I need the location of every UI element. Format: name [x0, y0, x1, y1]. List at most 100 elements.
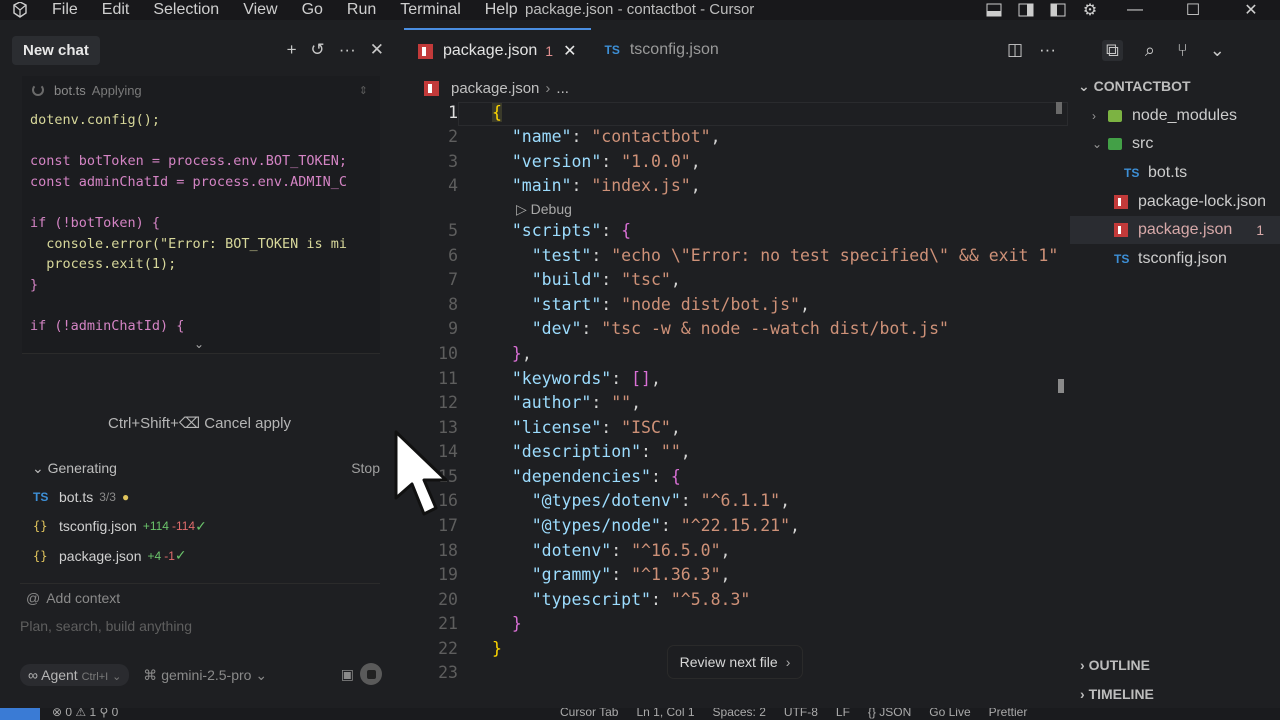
- settings-gear-icon[interactable]: ⚙: [1074, 0, 1106, 20]
- generating-file-tsconfig[interactable]: {} tsconfig.json +114 -114 ✓: [20, 512, 380, 542]
- close-tab-icon[interactable]: ✕: [563, 41, 576, 61]
- problems-indicator[interactable]: ⊗ 0 ⚠ 1 ⚲ 0: [52, 708, 118, 719]
- stop-generation-button[interactable]: [360, 663, 382, 685]
- status-item[interactable]: Spaces: 2: [713, 708, 766, 719]
- check-icon: ✓: [195, 517, 207, 534]
- title-bar: File Edit Selection View Go Run Terminal…: [0, 0, 1280, 20]
- code-line: "dev": "tsc -w & node --watch dist/bot.j…: [531, 319, 949, 338]
- status-item[interactable]: Ln 1, Col 1: [636, 708, 694, 719]
- collapse-icon[interactable]: ⇕: [359, 84, 368, 97]
- model-selector[interactable]: ⌘ gemini-2.5-pro ⌄: [143, 667, 267, 684]
- menu-go[interactable]: Go: [290, 0, 335, 20]
- menu-file[interactable]: File: [40, 0, 90, 20]
- menu-terminal[interactable]: Terminal: [388, 0, 472, 20]
- line-number: 18: [438, 541, 458, 560]
- explorer-panel: ⧉ ⌕ ⑂ ⌄ ⌄ CONTACTBOT › node_modules ⌄ sr…: [1070, 28, 1280, 708]
- close-chat-icon[interactable]: ✕: [370, 40, 384, 60]
- toggle-primary-sidebar-icon[interactable]: [1042, 3, 1074, 17]
- npm-icon: [1114, 223, 1128, 237]
- explorer-files-icon[interactable]: ⧉: [1102, 40, 1123, 61]
- breadcrumb-file[interactable]: package.json: [451, 80, 539, 97]
- outline-section[interactable]: › OUTLINE: [1080, 657, 1150, 673]
- scrollbar-thumb[interactable]: [1058, 379, 1064, 393]
- menu-edit[interactable]: Edit: [90, 0, 142, 20]
- code-editor[interactable]: 1 2 3 4 5 6 7 8 9 10 11 12 13 14 15 16 17 18 19 20 21 22 23 { …: [404, 100, 1068, 690]
- timeline-section[interactable]: › TIMELINE: [1080, 686, 1154, 702]
- current-line-highlight: [458, 102, 1068, 126]
- add-chat-icon[interactable]: +: [287, 40, 297, 60]
- chat-input[interactable]: Plan, search, build anything: [20, 618, 192, 634]
- code-line: "start": "node dist/bot.js",: [531, 295, 810, 314]
- close-window-icon[interactable]: ✕: [1222, 0, 1280, 20]
- code-line: "author": "",: [511, 393, 642, 412]
- scrollbar-marker: [1056, 102, 1062, 114]
- mode-selector[interactable]: ∞ Agent Ctrl+I ⌄: [20, 664, 130, 686]
- status-item[interactable]: Cursor Tab: [560, 708, 618, 719]
- generating-file-package[interactable]: {} package.json +4 -1 ✓: [20, 541, 380, 571]
- line-number: 12: [438, 393, 458, 412]
- stop-button[interactable]: Stop: [351, 460, 380, 482]
- status-item[interactable]: LF: [836, 708, 850, 719]
- code-line: "test": "echo \"Error: no test specified…: [531, 246, 1059, 265]
- menu-help[interactable]: Help: [473, 0, 530, 20]
- code-line: }: [30, 276, 39, 293]
- typescript-icon: TS: [604, 43, 620, 57]
- line-number: 1: [448, 103, 458, 122]
- code-line: },: [511, 344, 532, 363]
- toggle-sidebar-icon[interactable]: [1010, 3, 1042, 17]
- tree-item-tsconfig[interactable]: TS tsconfig.json: [1070, 245, 1280, 273]
- npm-icon: [424, 80, 439, 96]
- tree-item-node-modules[interactable]: › node_modules: [1070, 102, 1280, 130]
- line-number: 22: [438, 639, 458, 658]
- code-line: const adminChatId = process.env.ADMIN_C: [30, 173, 347, 190]
- expand-chevron-icon[interactable]: ⌄: [194, 337, 204, 351]
- menu-view[interactable]: View: [231, 0, 289, 20]
- npm-icon: [418, 43, 433, 59]
- tab-package-json[interactable]: package.json 1 ✕: [404, 28, 591, 72]
- chevron-down-icon[interactable]: ⌄: [1210, 40, 1225, 61]
- line-number: 19: [438, 565, 458, 584]
- cancel-apply-button[interactable]: Ctrl+Shift+⌫ Cancel apply: [108, 414, 291, 432]
- generating-label[interactable]: ⌄ Generating: [32, 460, 117, 482]
- generating-file-bot-ts[interactable]: TS bot.ts 3/3 ●: [20, 482, 380, 512]
- minimize-icon[interactable]: —: [1106, 1, 1164, 19]
- spinner-icon: [32, 84, 44, 96]
- line-number: 7: [448, 270, 458, 289]
- breadcrumb-more[interactable]: ...: [556, 80, 569, 97]
- new-chat-tab[interactable]: New chat: [12, 35, 100, 65]
- editor-more-icon[interactable]: ···: [1039, 40, 1056, 60]
- explorer-root[interactable]: ⌄ CONTACTBOT: [1078, 78, 1191, 95]
- more-icon[interactable]: ···: [339, 40, 356, 60]
- tree-item-src[interactable]: ⌄ src: [1070, 130, 1280, 158]
- json-braces-icon: {}: [33, 548, 48, 563]
- split-editor-icon[interactable]: ◫: [1007, 40, 1023, 60]
- status-item[interactable]: {} JSON: [868, 708, 911, 719]
- maximize-icon[interactable]: ☐: [1164, 0, 1222, 20]
- review-next-file-button[interactable]: Review next file ›: [668, 646, 802, 678]
- code-line: if (!botToken) {: [30, 214, 161, 231]
- code-line: {: [492, 103, 502, 122]
- pending-dot-icon: ●: [121, 489, 130, 504]
- debug-codelens[interactable]: ▷ Debug: [516, 201, 572, 218]
- menu-run[interactable]: Run: [335, 0, 388, 20]
- apply-code: dotenv.config(); const botToken = proces…: [22, 104, 380, 337]
- toggle-panel-icon[interactable]: [978, 3, 1010, 17]
- tab-tsconfig-json[interactable]: TS tsconfig.json: [591, 28, 733, 72]
- code-line: dotenv.config();: [30, 112, 161, 128]
- tree-item-bot-ts[interactable]: TS bot.ts: [1070, 159, 1280, 187]
- typescript-icon: TS: [1124, 166, 1140, 180]
- tree-item-package-lock[interactable]: package-lock.json: [1070, 188, 1280, 216]
- add-context-button[interactable]: @ Add context: [20, 583, 380, 611]
- tree-item-package-json[interactable]: package.json 1: [1070, 216, 1280, 244]
- mouse-pointer-icon: [394, 430, 448, 516]
- image-attach-icon[interactable]: ▣: [341, 666, 354, 683]
- menu-selection[interactable]: Selection: [141, 0, 231, 20]
- status-item[interactable]: Prettier: [989, 708, 1028, 719]
- status-item[interactable]: UTF-8: [784, 708, 818, 719]
- history-icon[interactable]: ↺: [311, 40, 325, 60]
- search-icon[interactable]: ⌕: [1145, 40, 1155, 61]
- remote-indicator[interactable]: [0, 708, 40, 720]
- line-number: 10: [438, 344, 458, 363]
- source-control-icon[interactable]: ⑂: [1177, 40, 1188, 61]
- status-item[interactable]: Go Live: [929, 708, 970, 719]
